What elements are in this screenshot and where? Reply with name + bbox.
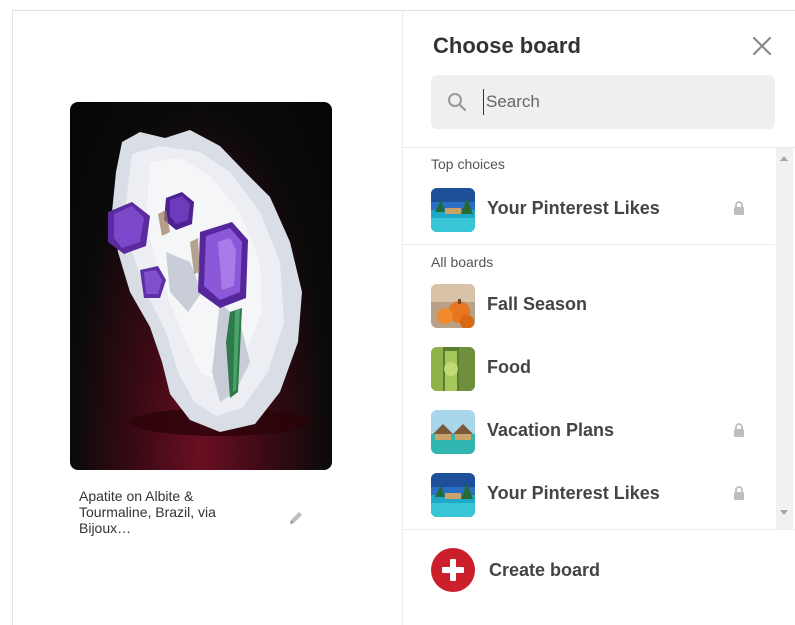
- pencil-icon[interactable]: [287, 509, 305, 527]
- create-board-area: Create board: [403, 529, 795, 625]
- scroll-thumb[interactable]: [778, 168, 791, 504]
- section-label-top-choices: Top choices: [431, 156, 505, 172]
- board-name: Vacation Plans: [487, 420, 615, 440]
- board-name: Fall Season: [487, 294, 588, 314]
- search-icon: [447, 92, 467, 112]
- board-name: Your Pinterest Likes: [487, 198, 660, 218]
- board-row-vacation-plans[interactable]: Vacation Plans: [431, 408, 761, 454]
- pin-preview: Apatite on Albite & Tourmaline, Brazil, …: [13, 11, 403, 625]
- create-board-label: Create board: [489, 560, 601, 580]
- board-thumbnail: [431, 188, 475, 232]
- lock-icon: [733, 200, 745, 216]
- lock-icon: [733, 485, 745, 501]
- board-row-your-pinterest-likes[interactable]: Your Pinterest Likes: [431, 471, 761, 517]
- board-picker-modal: Apatite on Albite & Tourmaline, Brazil, …: [12, 10, 795, 625]
- search-box[interactable]: [431, 75, 775, 129]
- pin-image: [70, 102, 332, 470]
- create-board-button[interactable]: Create board: [431, 548, 681, 592]
- board-thumbnail: [431, 473, 475, 517]
- board-name: Food: [487, 357, 531, 377]
- section-label-all-boards: All boards: [431, 254, 494, 270]
- dialog-title: Choose board: [433, 33, 581, 58]
- board-thumbnail: [431, 284, 475, 328]
- search-input[interactable]: [483, 89, 763, 115]
- plus-icon: [431, 548, 475, 592]
- board-name: Your Pinterest Likes: [487, 483, 660, 503]
- board-thumbnail: [431, 410, 475, 454]
- board-thumbnail: [431, 347, 475, 391]
- board-row-your-pinterest-likes-top[interactable]: Your Pinterest Likes: [431, 186, 761, 232]
- board-list[interactable]: Top choices Your Pinterest Likes All boa…: [403, 147, 795, 529]
- section-divider: [403, 244, 775, 245]
- board-row-food[interactable]: Food: [431, 345, 761, 391]
- scrollbar[interactable]: [776, 148, 793, 529]
- close-icon[interactable]: [751, 35, 773, 57]
- scroll-down-arrow-icon[interactable]: [780, 510, 788, 515]
- lock-icon: [733, 422, 745, 438]
- board-chooser: Choose board Top choices: [403, 11, 795, 625]
- scroll-up-arrow-icon[interactable]: [780, 156, 788, 161]
- pin-caption: Apatite on Albite & Tourmaline, Brazil, …: [79, 488, 216, 536]
- board-row-fall-season[interactable]: Fall Season: [431, 282, 761, 328]
